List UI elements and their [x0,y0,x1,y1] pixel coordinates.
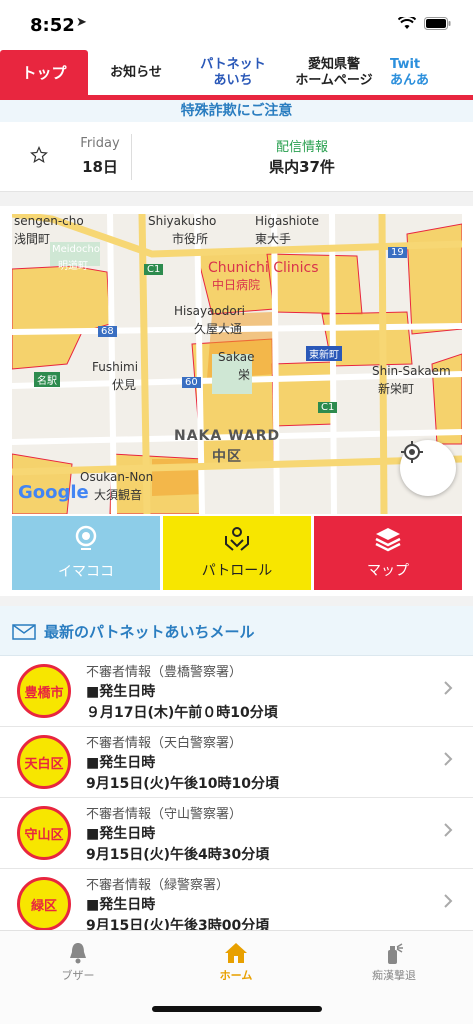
patrol-button[interactable]: パトロール [163,516,311,590]
mail-line1: ■発生日時 [86,755,156,771]
area-badge: 天白区 [17,735,71,789]
tab-aichi-police-homepage[interactable]: 愛知県警 ホームページ [282,50,386,96]
tab-twitter[interactable]: Twit あんあ [386,50,473,96]
mail-line1: ■発生日時 [86,897,156,913]
map-button[interactable]: マップ [314,516,462,590]
map-label: Osukan-Non [80,470,154,484]
map-label: Shin-Sakaem [372,364,451,378]
chevron-right-icon [444,823,453,837]
map-label: C1 [144,264,164,275]
mail-line2: ９月17日(木)午前０時10分頃 [86,705,278,721]
mail-line2: 9月15日(火)午後4時30分頃 [86,847,270,863]
google-logo: Google [18,482,89,503]
location-arrow-icon: ➤ [76,15,87,30]
map-label: 名駅 [34,372,60,387]
map-label: Hisayaodori [174,304,245,318]
mail-list: 豊橋市 不審者情報（豊橋警察署） ■発生日時 ９月17日(木)午前０時10分頃 … [0,656,473,940]
tab-patnet-aichi[interactable]: パトネット あいち [184,50,282,96]
mail-line2: 9月15日(火)午後10時10分頃 [86,776,279,792]
map-label: 大須観音 [94,488,143,502]
tab-news[interactable]: お知らせ [88,50,184,96]
map-label: 栄 [238,368,251,382]
wifi-icon [398,17,416,29]
section-gap [0,596,473,606]
day-label: Friday [80,136,120,151]
bell-icon [70,943,86,964]
home-indicator [152,1006,322,1012]
top-tabs: トップ お知らせ パトネット あいち 愛知県警 ホームページ Twit あんあ [0,50,473,96]
delivery-count[interactable]: 県内37件 [131,156,473,177]
tab-top[interactable]: トップ [0,50,88,96]
area-badge: 豊橋市 [17,664,71,718]
fraud-alert-banner[interactable]: 特殊詐欺にご注意 [0,100,473,122]
star-icon[interactable] [30,146,48,164]
map-label: 中日病院 [212,278,261,292]
action-buttons: イマココ パトロール マップ [12,516,462,590]
map-label: 19 [388,247,407,258]
list-item[interactable]: 守山区 不審者情報（守山警察署） ■発生日時 9月15日(火)午後4時30分頃 [0,798,473,869]
patrol-hands-icon [225,527,249,551]
mail-source: 不審者情報（天白警察署） [86,736,243,751]
mail-section-title: 最新のパトネットあいちメール [44,623,255,641]
map-label: 市役所 [172,232,209,246]
mail-section-header: 最新のパトネットあいちメール [0,606,473,656]
list-item[interactable]: 天白区 不審者情報（天白警察署） ■発生日時 9月15日(火)午後10時10分頃 [0,727,473,798]
tab-buzzer[interactable]: ブザー [18,939,138,983]
map-label: 浅間町 [14,232,51,246]
map-label: 東新町 [306,346,342,361]
map-label: 久屋大通 [194,322,243,336]
home-icon [225,943,247,963]
date-label: 18日 [82,158,118,176]
map-label: 68 [98,326,117,337]
tab-anti-molester[interactable]: 痴漢撃退 [334,939,454,983]
map-label: 新栄町 [378,382,415,396]
map-label: 伏見 [112,378,137,392]
chevron-right-icon [444,681,453,695]
area-badge: 緑区 [17,877,71,931]
info-summary: Friday 18日 配信情報 県内37件 [0,122,473,192]
map-label: 東大手 [255,232,292,246]
status-bar: 8:52 ➤ [0,0,473,48]
list-item[interactable]: 豊橋市 不審者情報（豊橋警察署） ■発生日時 ９月17日(木)午前０時10分頃 [0,656,473,727]
chevron-right-icon [444,894,453,908]
tab-home[interactable]: ホーム [176,939,296,983]
map-label: Meidocho [52,244,100,255]
mail-source: 不審者情報（守山警察署） [86,807,243,822]
map-label: Sakae [218,350,255,364]
section-gap [0,192,473,206]
map-label: Shiyakusho [148,214,217,228]
delivery-label: 配信情報 [275,140,328,155]
map-label: Higashiote [255,214,319,228]
pin-icon [75,525,97,550]
crosshair-icon [401,441,423,463]
mail-source: 不審者情報（緑警察署） [86,878,230,893]
mail-icon [12,624,36,640]
map-label: sengen-cho [14,214,84,228]
mail-line1: ■発生日時 [86,826,156,842]
spray-icon [388,943,403,964]
layers-icon [375,528,401,552]
map-poi-chunichi: Chunichi Clinics [208,260,319,276]
chevron-right-icon [444,752,453,766]
imacoco-button[interactable]: イマココ [12,516,160,590]
mail-line1: ■発生日時 [86,684,156,700]
map-ward-label-jp: 中区 [212,449,242,465]
mail-source: 不審者情報（豊橋警察署） [86,665,243,680]
incident-map[interactable]: sengen-cho 浅間町 Meidocho 明道町 Shiyakusho 市… [12,214,462,514]
map-label: Fushimi [92,360,139,374]
battery-icon [424,17,451,30]
locate-me-button[interactable] [400,440,456,496]
status-time: 8:52 [30,15,75,36]
map-ward-label: NAKA WARD [174,428,281,444]
map-label: 60 [182,377,201,388]
area-badge: 守山区 [17,806,71,860]
map-label: 明道町 [58,261,88,272]
map-label: C1 [318,402,338,413]
